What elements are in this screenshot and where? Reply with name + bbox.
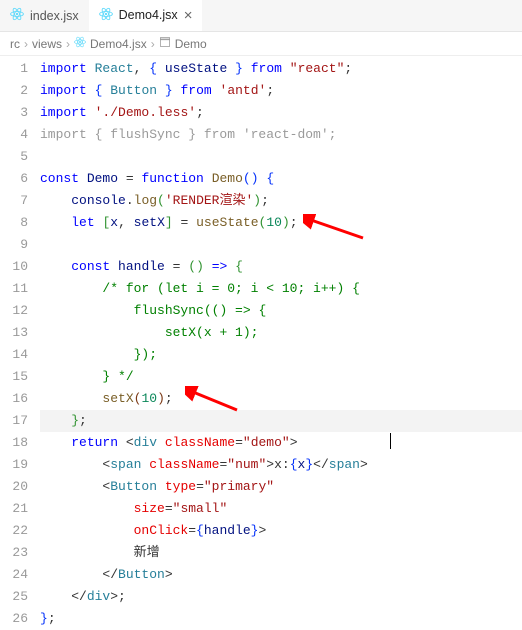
breadcrumb[interactable]: rc › views › Demo4.jsx › Demo: [0, 32, 522, 56]
code-line[interactable]: const Demo = function Demo() {: [40, 168, 522, 190]
chevron-right-icon: ›: [24, 37, 28, 51]
symbol-icon: [159, 36, 171, 51]
breadcrumb-item[interactable]: views: [32, 37, 62, 51]
code-line[interactable]: [40, 146, 522, 168]
react-icon: [74, 36, 86, 51]
code-line[interactable]: console.log('RENDER渲染');: [40, 190, 522, 212]
code-line[interactable]: onClick={handle}>: [40, 520, 522, 542]
breadcrumb-item[interactable]: Demo4.jsx: [90, 37, 147, 51]
code-line[interactable]: setX(x + 1);: [40, 322, 522, 344]
code-line[interactable]: return <div className="demo">: [40, 432, 522, 454]
chevron-right-icon: ›: [66, 37, 70, 51]
code-line[interactable]: <Button type="primary": [40, 476, 522, 498]
text-cursor: [390, 433, 391, 449]
code-line[interactable]: };: [40, 608, 522, 630]
chevron-right-icon: ›: [151, 37, 155, 51]
code-line[interactable]: size="small": [40, 498, 522, 520]
code-line[interactable]: [40, 234, 522, 256]
code-line[interactable]: });: [40, 344, 522, 366]
code-line[interactable]: 新增: [40, 542, 522, 564]
code-line[interactable]: </Button>: [40, 564, 522, 586]
code-editor[interactable]: 1234567891011121314151617181920212223242…: [0, 56, 522, 630]
tab-label: index.jsx: [30, 9, 79, 23]
code-line[interactable]: };: [40, 410, 522, 432]
code-line[interactable]: import React, { useState } from "react";: [40, 58, 522, 80]
code-line[interactable]: } */: [40, 366, 522, 388]
tab-bar: index.jsx Demo4.jsx ×: [0, 0, 522, 32]
tab-index[interactable]: index.jsx: [0, 0, 89, 31]
code-line[interactable]: flushSync(() => {: [40, 300, 522, 322]
code-line[interactable]: /* for (let i = 0; i < 10; i++) {: [40, 278, 522, 300]
tab-demo4[interactable]: Demo4.jsx ×: [89, 0, 203, 31]
line-gutter: 1234567891011121314151617181920212223242…: [0, 56, 40, 630]
react-icon: [99, 7, 113, 24]
react-icon: [10, 7, 24, 24]
code-line[interactable]: <span className="num">x:{x}</span>: [40, 454, 522, 476]
code-line[interactable]: let [x, setX] = useState(10);: [40, 212, 522, 234]
code-line[interactable]: setX(10);: [40, 388, 522, 410]
close-icon[interactable]: ×: [184, 8, 193, 23]
code-line[interactable]: const handle = () => {: [40, 256, 522, 278]
code-line[interactable]: import { flushSync } from 'react-dom';: [40, 124, 522, 146]
tab-label: Demo4.jsx: [119, 8, 178, 22]
code-area[interactable]: import React, { useState } from "react";…: [40, 56, 522, 630]
code-line[interactable]: </div>;: [40, 586, 522, 608]
code-line[interactable]: import './Demo.less';: [40, 102, 522, 124]
breadcrumb-item[interactable]: rc: [10, 37, 20, 51]
code-line[interactable]: import { Button } from 'antd';: [40, 80, 522, 102]
breadcrumb-item[interactable]: Demo: [175, 37, 207, 51]
